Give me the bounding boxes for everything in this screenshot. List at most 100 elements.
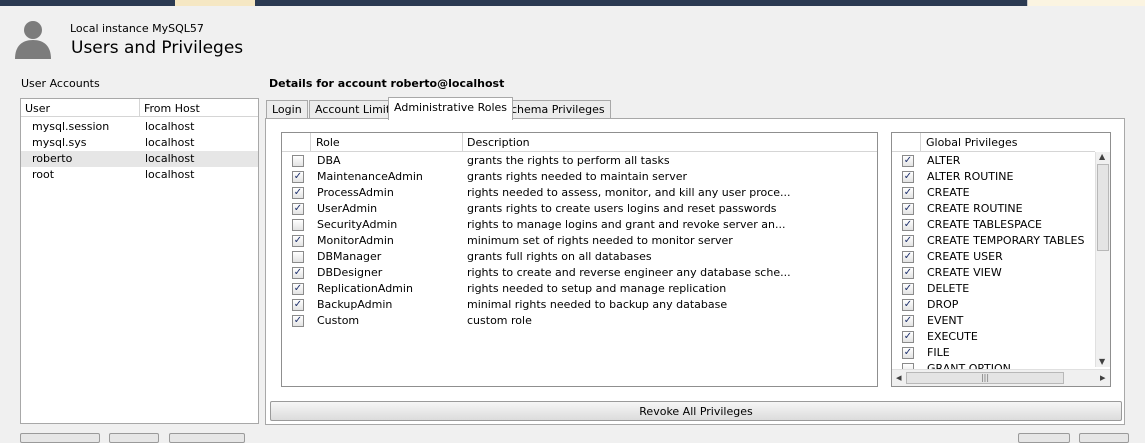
account-row[interactable]: mysql.session localhost bbox=[21, 119, 258, 135]
privilege-row[interactable]: ✓ DELETE bbox=[892, 281, 1097, 297]
role-checkbox[interactable]: ✓ bbox=[292, 315, 304, 327]
active-tab-indicator bbox=[175, 0, 255, 6]
role-checkbox[interactable]: ✓ bbox=[292, 267, 304, 279]
column-divider[interactable] bbox=[139, 99, 140, 117]
refresh-button[interactable] bbox=[169, 433, 245, 443]
privilege-checkbox[interactable]: ✓ bbox=[902, 299, 914, 311]
privilege-name: DELETE bbox=[927, 282, 970, 295]
privilege-checkbox[interactable]: ✓ bbox=[902, 251, 914, 263]
tab-login[interactable]: Login bbox=[266, 100, 308, 119]
account-host: localhost bbox=[145, 168, 195, 181]
privilege-checkbox[interactable]: ✓ bbox=[902, 283, 914, 295]
scroll-up-icon[interactable]: ▲ bbox=[1099, 152, 1105, 162]
privilege-name: CREATE USER bbox=[927, 250, 1003, 263]
role-row[interactable]: ✓ MonitorAdmin minimum set of rights neede… bbox=[282, 233, 877, 249]
role-checkbox[interactable] bbox=[292, 219, 304, 231]
role-checkbox[interactable] bbox=[292, 155, 304, 167]
privilege-name: DROP bbox=[927, 298, 959, 311]
role-description: grants rights needed to maintain server bbox=[467, 170, 687, 183]
scroll-down-icon[interactable]: ▼ bbox=[1099, 357, 1105, 367]
privilege-row[interactable]: ✓ ALTER bbox=[892, 153, 1097, 169]
role-row[interactable]: ✓ Custom custom role bbox=[282, 313, 877, 329]
column-divider[interactable] bbox=[920, 133, 921, 152]
role-checkbox[interactable]: ✓ bbox=[292, 171, 304, 183]
role-name: Custom bbox=[317, 314, 360, 327]
scroll-thumb[interactable] bbox=[1097, 164, 1109, 251]
privilege-name: CREATE bbox=[927, 186, 970, 199]
column-header-from-host[interactable]: From Host bbox=[144, 102, 200, 115]
privilege-row[interactable]: ✓ FILE bbox=[892, 345, 1097, 361]
role-row[interactable]: ✓ ProcessAdmin rights needed to assess, mo… bbox=[282, 185, 877, 201]
column-divider[interactable] bbox=[310, 133, 311, 152]
role-checkbox[interactable] bbox=[292, 251, 304, 263]
role-name: BackupAdmin bbox=[317, 298, 393, 311]
privilege-row[interactable]: ✓ CREATE USER bbox=[892, 249, 1097, 265]
role-row[interactable]: DBManager grants full rights on all datab… bbox=[282, 249, 877, 265]
privilege-row[interactable]: ✓ CREATE TEMPORARY TABLES bbox=[892, 233, 1097, 249]
privilege-checkbox[interactable]: ✓ bbox=[902, 267, 914, 279]
role-checkbox[interactable]: ✓ bbox=[292, 299, 304, 311]
role-row[interactable]: DBA grants the rights to perform all task… bbox=[282, 153, 877, 169]
privilege-row[interactable]: ✓ DROP bbox=[892, 297, 1097, 313]
column-header-description[interactable]: Description bbox=[467, 136, 530, 149]
privilege-row[interactable]: ✓ ALTER ROUTINE bbox=[892, 169, 1097, 185]
account-user: root bbox=[32, 168, 55, 181]
role-row[interactable]: ✓ DBDesigner rights to create and reverse … bbox=[282, 265, 877, 281]
revoke-all-privileges-button[interactable]: Revoke All Privileges bbox=[270, 401, 1122, 421]
scroll-right-icon[interactable]: ▸ bbox=[1100, 372, 1106, 383]
column-header-global-privileges[interactable]: Global Privileges bbox=[926, 136, 1017, 149]
privilege-row[interactable]: ✓ CREATE TABLESPACE bbox=[892, 217, 1097, 233]
privilege-checkbox[interactable]: ✓ bbox=[902, 331, 914, 343]
column-divider[interactable] bbox=[462, 133, 463, 152]
role-checkbox[interactable]: ✓ bbox=[292, 203, 304, 215]
role-description: rights to create and reverse engineer an… bbox=[467, 266, 791, 279]
role-checkbox[interactable]: ✓ bbox=[292, 283, 304, 295]
privilege-row[interactable]: ✓ CREATE VIEW bbox=[892, 265, 1097, 281]
privilege-row[interactable]: ✓ CREATE ROUTINE bbox=[892, 201, 1097, 217]
role-row[interactable]: ✓ ReplicationAdmin rights needed to setup … bbox=[282, 281, 877, 297]
privilege-checkbox[interactable]: ✓ bbox=[902, 187, 914, 199]
add-account-button[interactable] bbox=[20, 433, 100, 443]
privilege-checkbox[interactable]: ✓ bbox=[902, 203, 914, 215]
privilege-checkbox[interactable]: ✓ bbox=[902, 155, 914, 167]
privilege-row[interactable]: ✓ EVENT bbox=[892, 313, 1097, 329]
account-row[interactable]: roberto localhost bbox=[21, 151, 258, 167]
privilege-checkbox[interactable]: ✓ bbox=[902, 347, 914, 359]
tab-schema-privileges[interactable]: Schema Privileges bbox=[498, 100, 611, 119]
privilege-checkbox[interactable]: ✓ bbox=[902, 171, 914, 183]
account-row[interactable]: root localhost bbox=[21, 167, 258, 183]
role-description: custom role bbox=[467, 314, 532, 327]
role-description: minimal rights needed to backup any data… bbox=[467, 298, 728, 311]
global-privileges-table[interactable]: Global Privileges ✓ ALTER ✓ ALTER ROUTINE ✓ C… bbox=[891, 132, 1111, 387]
privilege-checkbox[interactable]: ✓ bbox=[902, 219, 914, 231]
role-name: ReplicationAdmin bbox=[317, 282, 413, 295]
role-name: DBManager bbox=[317, 250, 382, 263]
role-description: rights needed to assess, monitor, and ki… bbox=[467, 186, 791, 199]
role-row[interactable]: SecurityAdmin rights to manage logins and… bbox=[282, 217, 877, 233]
user-accounts-list[interactable]: User From Host mysql.session localhost mys… bbox=[20, 98, 259, 424]
privilege-name: ALTER bbox=[927, 154, 961, 167]
apply-button[interactable] bbox=[1079, 433, 1129, 443]
role-row[interactable]: ✓ UserAdmin grants rights to create users … bbox=[282, 201, 877, 217]
privilege-checkbox[interactable]: ✓ bbox=[902, 315, 914, 327]
scroll-thumb[interactable]: ||| bbox=[906, 372, 1064, 384]
role-description: grants rights to create users logins and… bbox=[467, 202, 777, 215]
role-row[interactable]: ✓ BackupAdmin minimal rights needed to bac… bbox=[282, 297, 877, 313]
vertical-scrollbar[interactable]: ▲ ▼ bbox=[1095, 152, 1110, 367]
column-header-role[interactable]: Role bbox=[316, 136, 340, 149]
tab-administrative-roles[interactable]: Administrative Roles bbox=[388, 97, 513, 120]
privilege-row[interactable]: ✓ CREATE bbox=[892, 185, 1097, 201]
column-header-user[interactable]: User bbox=[25, 102, 50, 115]
privilege-checkbox[interactable]: ✓ bbox=[902, 235, 914, 247]
role-checkbox[interactable]: ✓ bbox=[292, 187, 304, 199]
horizontal-scrollbar[interactable]: ◂ ||| ▸ bbox=[892, 369, 1110, 386]
roles-table-header: Role Description bbox=[282, 133, 877, 152]
roles-table[interactable]: Role Description DBA grants the rights to… bbox=[281, 132, 878, 387]
role-row[interactable]: ✓ MaintenanceAdmin grants rights needed to… bbox=[282, 169, 877, 185]
delete-button[interactable] bbox=[109, 433, 159, 443]
role-checkbox[interactable]: ✓ bbox=[292, 235, 304, 247]
revert-button[interactable] bbox=[1018, 433, 1070, 443]
scroll-left-icon[interactable]: ◂ bbox=[896, 372, 902, 383]
account-row[interactable]: mysql.sys localhost bbox=[21, 135, 258, 151]
privilege-row[interactable]: ✓ EXECUTE bbox=[892, 329, 1097, 345]
